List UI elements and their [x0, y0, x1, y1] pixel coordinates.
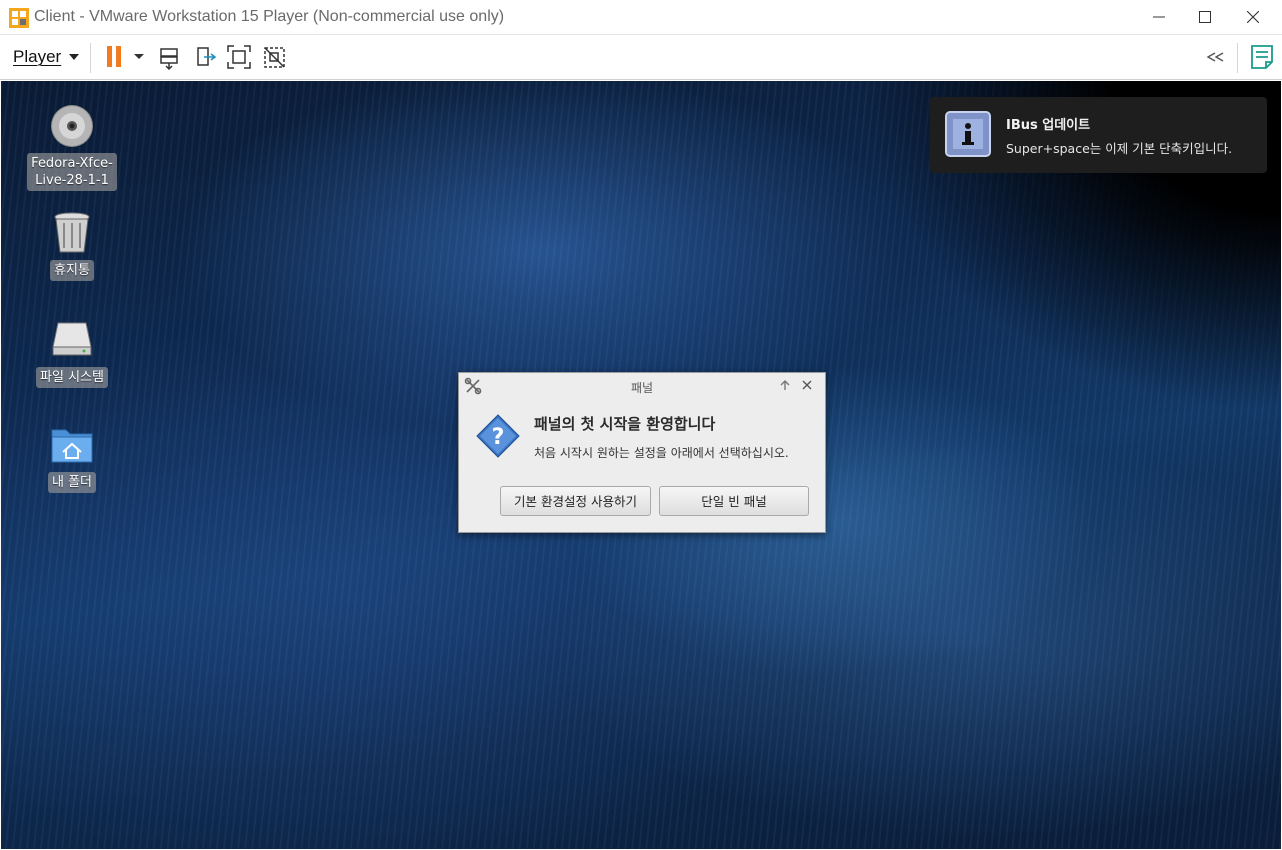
notes-icon: [1251, 45, 1273, 69]
minimize-button[interactable]: [1136, 0, 1182, 35]
notification-body: Super+space는 이제 기본 단축키입니다.: [1006, 141, 1233, 156]
ibus-notification[interactable]: IBus 업데이트 Super+space는 이제 기본 단축키입니다.: [930, 97, 1267, 173]
svg-text:?: ?: [492, 425, 505, 450]
vmware-app-icon: [9, 8, 29, 28]
minimize-icon: [1153, 16, 1165, 18]
send-ctrl-alt-del-button[interactable]: [157, 43, 185, 71]
chevron-down-icon: [134, 54, 144, 59]
collapse-toolbar-button[interactable]: [1204, 43, 1228, 71]
panel-welcome-dialog: 패널 ? 패널의 첫 시작을 환영합니다 처음 시작시 원하는 설정을 아래에서…: [458, 372, 826, 533]
desktop-icon-label: 휴지통: [50, 260, 94, 281]
chevron-down-icon: [69, 54, 79, 60]
desktop-icon-fedora-live[interactable]: Fedora-Xfce- Live-28-1-1: [22, 103, 122, 191]
maximize-icon: [1199, 11, 1211, 23]
dialog-titlebar[interactable]: 패널: [459, 373, 825, 399]
toolbar-divider: [90, 43, 91, 73]
close-window-button[interactable]: [1230, 0, 1276, 35]
close-icon[interactable]: [801, 378, 813, 392]
unity-icon: [264, 47, 285, 68]
dialog-message: 처음 시작시 원하는 설정을 아래에서 선택하십시오.: [534, 446, 789, 460]
maximize-button[interactable]: [1182, 0, 1228, 35]
trash-icon: [54, 212, 90, 253]
question-icon: ?: [476, 414, 520, 458]
desktop-icon-file-system[interactable]: 파일 시스템: [22, 317, 122, 388]
dialog-heading: 패널의 첫 시작을 환영합니다: [534, 415, 716, 433]
use-default-config-button[interactable]: 기본 환경설정 사용하기: [500, 486, 651, 516]
vm-desktop[interactable]: Fedora-Xfce- Live-28-1-1 휴지통 파일 시스템 내 폴더: [1, 81, 1281, 849]
desktop-icon-label: 파일 시스템: [36, 367, 108, 388]
power-options-dropdown[interactable]: [131, 43, 147, 71]
home-folder-icon: [51, 429, 93, 463]
toolbar-divider: [1237, 43, 1238, 73]
notification-title: IBus 업데이트: [1006, 118, 1091, 133]
dialog-title: 패널: [630, 381, 654, 395]
desktop-icon-trash[interactable]: 휴지통: [22, 210, 122, 281]
device-arrow-icon: [197, 47, 217, 66]
window-titlebar: Client - VMware Workstation 15 Player (N…: [0, 0, 1282, 35]
fullscreen-icon: [227, 45, 251, 69]
desktop-icon-home-folder[interactable]: 내 폴더: [22, 422, 122, 493]
message-log-button[interactable]: [1248, 43, 1276, 71]
double-chevron-left-icon: [1206, 52, 1224, 62]
desktop-icon-label: Fedora-Xfce- Live-28-1-1: [27, 153, 117, 191]
cd-disc-icon: [51, 105, 93, 147]
desktop-icon-label: 내 폴더: [47, 472, 96, 493]
network-computer-icon: [160, 48, 178, 71]
hard-drive-icon: [52, 322, 92, 356]
removable-devices-button[interactable]: [193, 43, 221, 71]
player-menu-label: Player: [13, 47, 62, 66]
pause-vm-button[interactable]: [103, 43, 131, 71]
vmware-toolbar: Player: [0, 35, 1282, 80]
full-screen-button[interactable]: [225, 43, 253, 71]
info-icon: [945, 111, 991, 157]
pause-icon: [107, 46, 121, 67]
window-title: Client - VMware Workstation 15 Player (N…: [34, 8, 505, 25]
close-icon: [1247, 11, 1259, 23]
player-menu[interactable]: Player: [13, 47, 79, 69]
one-empty-panel-button[interactable]: 단일 빈 패널: [659, 486, 809, 516]
unity-mode-button[interactable]: [261, 43, 289, 71]
arrow-up-icon[interactable]: [779, 378, 791, 392]
